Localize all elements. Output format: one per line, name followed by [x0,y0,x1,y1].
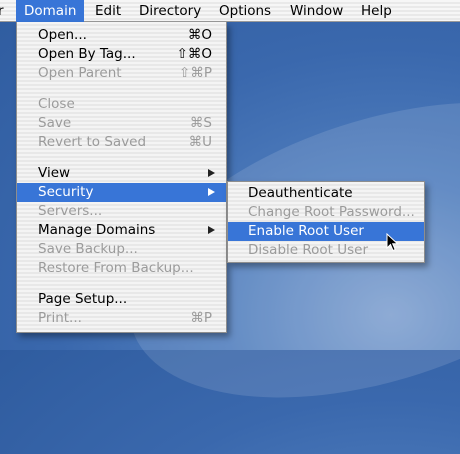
shortcut-label: ⌘O [187,27,212,43]
menu-item-save-backup: Save Backup... [17,240,226,259]
menu-item-label: Change Root Password... [248,204,415,220]
menu-item-label: Disable Root User [248,242,369,258]
menu-item-label: Close [38,96,75,112]
menubar-item-domain[interactable]: Domain [16,0,85,22]
menu-item-view[interactable]: View [17,164,226,183]
menu-item-label: Print... [38,310,82,326]
menubar-item-options[interactable]: Options [211,0,279,22]
menubar-item-directory[interactable]: Directory [131,0,209,22]
menu-item-label: View [38,165,71,181]
mouse-pointer-icon [386,233,399,252]
menu-item-label: Open Parent [38,65,122,81]
menu-item-label: Enable Root User [248,223,364,239]
shortcut-label: ⇧⌘P [179,65,212,81]
submenu-arrow-icon [208,188,215,196]
menu-item-label: Restore From Backup... [38,260,194,276]
submenu-arrow-icon [208,226,215,234]
menubar-item-help[interactable]: Help [353,0,400,22]
menu-item-label: Save [38,115,72,131]
menu-item-security[interactable]: Security [17,183,226,202]
menu-item-label: Save Backup... [38,241,138,257]
shortcut-label: ⇧⌘O [176,46,212,62]
menu-item-print: Print... ⌘P [17,309,226,328]
shortcut-label: ⌘P [190,310,212,326]
menu-item-save: Save ⌘S [17,114,226,133]
shortcut-label: ⌘S [189,115,212,131]
menubar-item-window[interactable]: Window [282,0,351,22]
menu-item-revert-to-saved: Revert to Saved ⌘U [17,133,226,152]
menu-item-label: Open By Tag... [38,46,136,62]
menu-item-servers: Servers... [17,202,226,221]
menu-item-manage-domains[interactable]: Manage Domains [17,221,226,240]
menu-item-label: Deauthenticate [248,185,353,201]
menu-item-deauthenticate[interactable]: Deauthenticate [228,184,424,203]
menu-item-open-parent: Open Parent ⇧⌘P [17,64,226,83]
menu-item-label: Servers... [38,203,103,219]
menu-item-restore-from-backup: Restore From Backup... [17,259,226,278]
shortcut-label: ⌘U [188,134,212,150]
domain-menu: Open... ⌘O Open By Tag... ⇧⌘O Open Paren… [16,22,227,333]
menu-item-close: Close [17,95,226,114]
menu-item-open[interactable]: Open... ⌘O [17,26,226,45]
menu-item-page-setup[interactable]: Page Setup... [17,290,226,309]
menu-item-label: Security [38,184,94,200]
menu-item-change-root-password: Change Root Password... [228,203,424,222]
menu-item-label: Revert to Saved [38,134,147,150]
menu-item-open-by-tag[interactable]: Open By Tag... ⇧⌘O [17,45,226,64]
menu-bar: r Domain Edit Directory Options Window H… [0,0,460,22]
menu-item-label: Page Setup... [38,291,128,307]
menubar-item-app[interactable]: r [0,0,8,22]
menubar-item-edit[interactable]: Edit [87,0,129,22]
submenu-arrow-icon [208,169,215,177]
menu-item-label: Open... [38,27,87,43]
menu-item-label: Manage Domains [38,222,156,238]
